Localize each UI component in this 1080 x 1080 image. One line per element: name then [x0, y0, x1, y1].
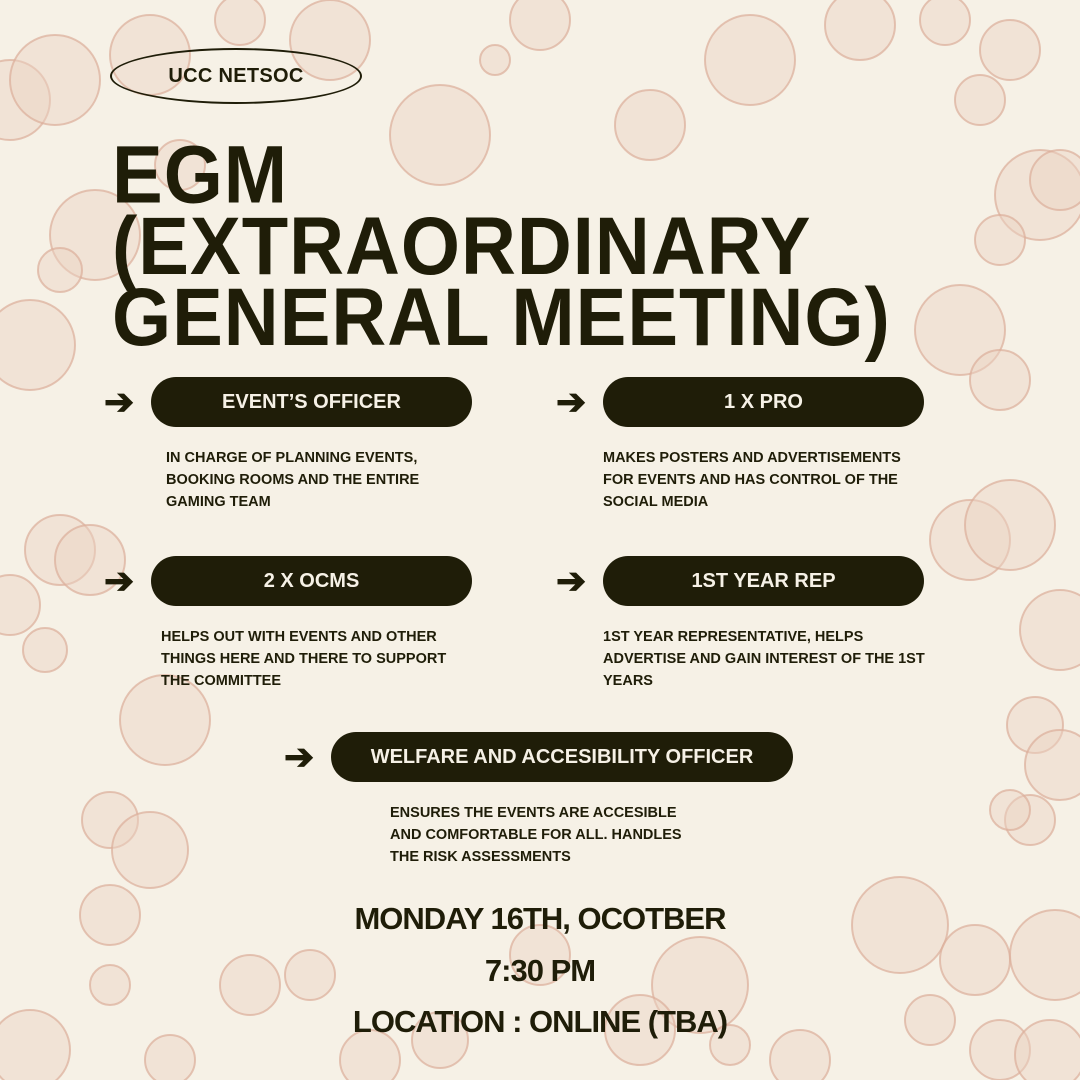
event-location: LOCATION : ONLINE (TBA) [352, 1004, 728, 1039]
bubble [1019, 589, 1080, 671]
role-label: WELFARE AND ACCESIBILITY OFFICER [370, 745, 754, 768]
bubble [979, 19, 1041, 81]
role-label: 2 X OCMS [263, 569, 360, 592]
bubble [969, 349, 1031, 411]
bubble [0, 574, 41, 636]
org-name: UCC NETSOC [168, 64, 304, 87]
event-time: 7:30 PM [484, 953, 596, 988]
bubble [1029, 149, 1080, 211]
bubble [37, 247, 83, 293]
role-label: EVENT’S OFFICER [222, 390, 401, 413]
arrow-right-icon: ➔ [556, 381, 587, 422]
arrow-right-icon: ➔ [104, 560, 135, 601]
bubble [509, 0, 571, 51]
org-badge: UCC NETSOC [110, 48, 362, 104]
role-label: 1ST YEAR REP [691, 569, 836, 592]
bubble [704, 14, 796, 106]
bubble [214, 0, 266, 46]
arrow-right-icon: ➔ [556, 560, 587, 601]
role-description: MAKES POSTERS AND ADVERTISEMENTS FOR EVE… [603, 450, 901, 510]
role-label: 1 X PRO [724, 390, 803, 413]
role-description: ENSURES THE EVENTS ARE ACCESIBLE AND COM… [390, 805, 682, 865]
role-description: 1ST YEAR REPRESENTATIVE, HELPS ADVERTISE… [603, 629, 925, 689]
bubble [9, 34, 101, 126]
bubble [954, 74, 1006, 126]
page-title: EGM (EXTRAORDINARY GENERAL MEETING) [112, 134, 1032, 364]
bubble [919, 0, 971, 46]
role-description: IN CHARGE OF PLANNING EVENTS, BOOKING RO… [166, 450, 420, 510]
bubble [964, 479, 1056, 571]
arrow-right-icon: ➔ [104, 381, 135, 422]
bubble [0, 299, 76, 391]
bubble [824, 0, 896, 61]
role-pill-events-officer: EVENT’S OFFICER [151, 377, 472, 427]
role-pill-welfare-officer: WELFARE AND ACCESIBILITY OFFICER [331, 732, 793, 782]
event-date: MONDAY 16TH, OCOTBER [354, 901, 726, 936]
bubble [22, 627, 68, 673]
role-pill-first-year-rep: 1ST YEAR REP [603, 556, 924, 606]
bubble [479, 44, 511, 76]
bubble [989, 789, 1031, 831]
role-description: HELPS OUT WITH EVENTS AND OTHER THINGS H… [161, 629, 447, 689]
role-pill-ocms: 2 X OCMS [151, 556, 472, 606]
bubble [111, 811, 189, 889]
arrow-right-icon: ➔ [284, 736, 315, 777]
role-pill-pro: 1 X PRO [603, 377, 924, 427]
bubble [144, 1034, 196, 1080]
title-line-3: GENERAL MEETING) [112, 271, 891, 364]
